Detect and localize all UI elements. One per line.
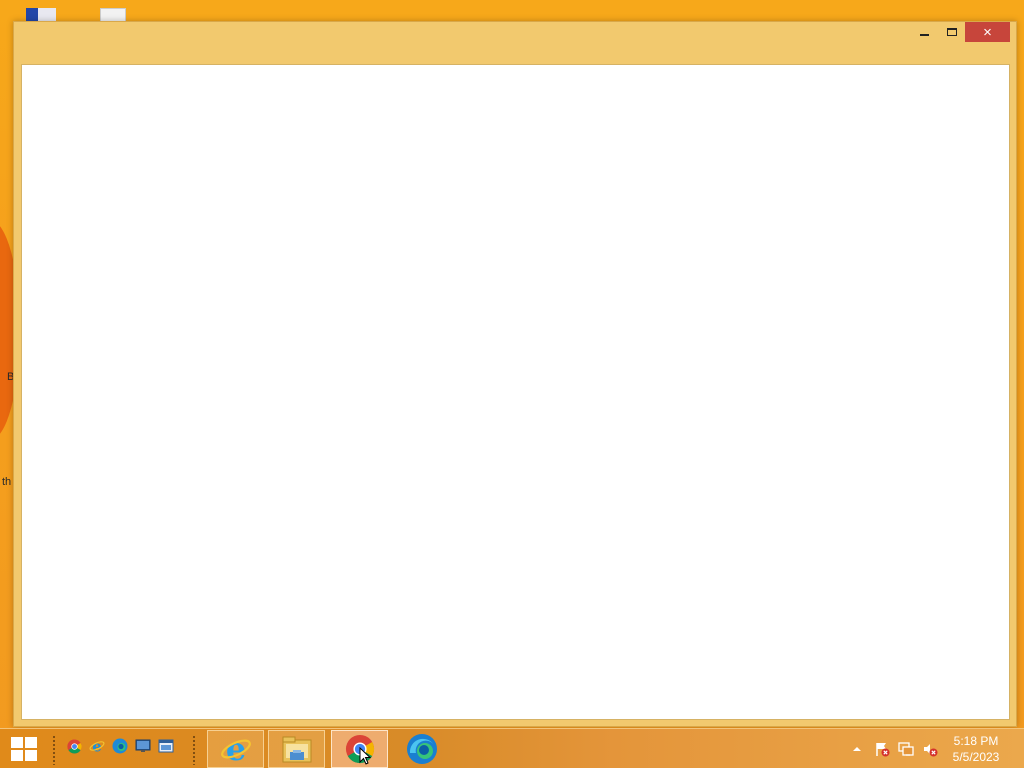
maximize-icon (947, 28, 957, 36)
internet-explorer-icon[interactable]: e (89, 738, 105, 754)
svg-text:e: e (92, 738, 102, 754)
internet-explorer-icon: e (220, 733, 251, 765)
internet-explorer-taskbar-button[interactable]: e (207, 730, 264, 768)
minimize-button[interactable] (911, 22, 937, 42)
network-button[interactable] (896, 729, 916, 768)
volume-muted-icon (924, 744, 938, 757)
chrome-taskbar-button[interactable] (331, 730, 388, 768)
maximize-button[interactable] (939, 22, 965, 42)
show-desktop-icon[interactable] (135, 738, 151, 754)
window-titlebar[interactable]: × (14, 22, 1016, 64)
action-center-flag-button[interactable] (872, 729, 892, 768)
close-icon: × (983, 23, 992, 41)
file-explorer-taskbar-button[interactable] (268, 730, 325, 768)
action-center-flag-icon (876, 743, 890, 757)
edge-icon[interactable] (112, 738, 128, 754)
windows-logo-icon (11, 737, 37, 761)
app-window: × (13, 21, 1017, 727)
desktop-icon-partial[interactable] (100, 8, 126, 22)
window-content-area[interactable] (21, 64, 1010, 720)
edge-icon (406, 734, 437, 764)
clock[interactable]: 5:18 PM 5/5/2023 (948, 733, 1004, 765)
clock-date: 5/5/2023 (952, 750, 1000, 764)
close-button[interactable]: × (965, 22, 1010, 42)
mouse-cursor-icon (359, 747, 371, 765)
switch-windows-icon[interactable] (158, 738, 174, 754)
start-button[interactable] (6, 735, 42, 763)
volume-button[interactable] (920, 729, 940, 768)
svg-text:e: e (225, 733, 245, 765)
edge-taskbar-button[interactable] (393, 730, 450, 768)
chrome-icon[interactable] (66, 738, 82, 754)
show-hidden-icons-button[interactable] (849, 729, 865, 768)
desktop-icon-partial[interactable] (26, 8, 56, 22)
folder-icon (282, 736, 311, 763)
taskbar: e e 5:18 PM 5/5/2023 (0, 728, 1024, 768)
show-hidden-icons-icon (853, 747, 861, 751)
clock-time: 5:18 PM (953, 734, 999, 748)
toolbar-grip[interactable] (52, 735, 56, 765)
desktop-icon-label-fragment: th (2, 476, 12, 488)
minimize-icon (919, 34, 929, 36)
network-icon (898, 742, 914, 756)
toolbar-grip[interactable] (192, 735, 196, 765)
